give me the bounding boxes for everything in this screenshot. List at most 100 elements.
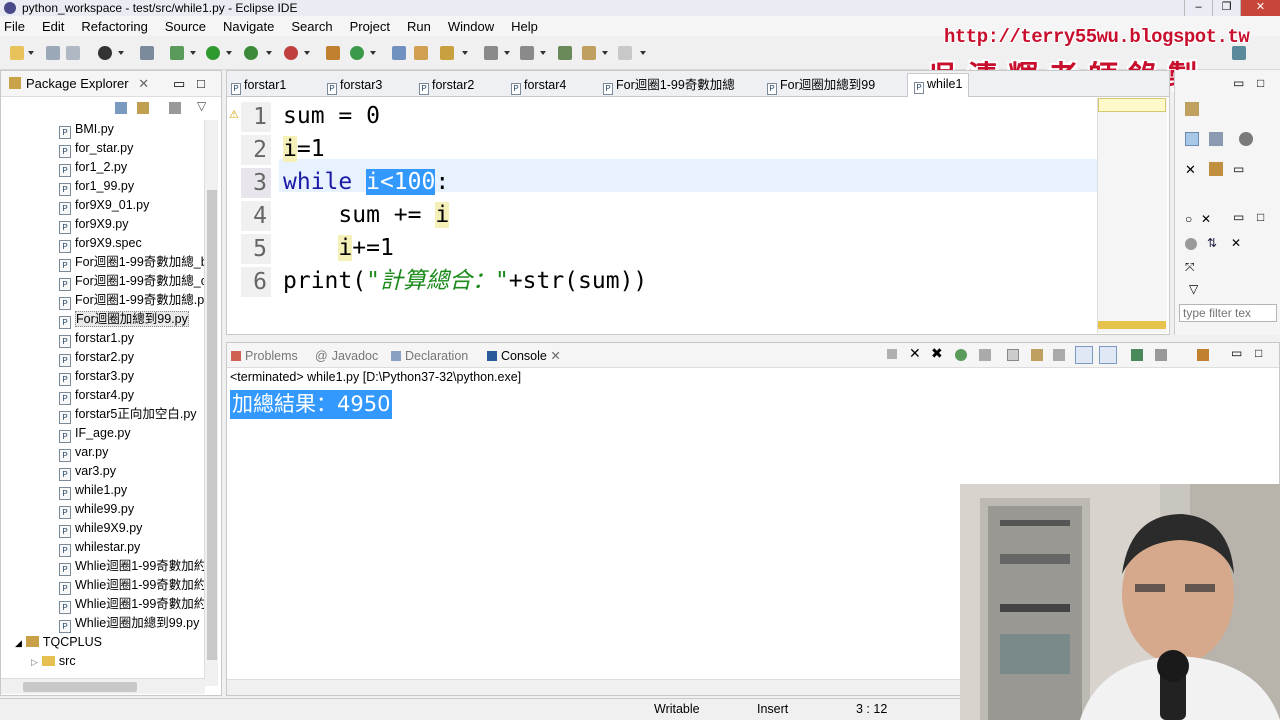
menu-refactoring[interactable]: Refactoring — [81, 19, 147, 34]
clear-console-icon[interactable] — [979, 349, 991, 361]
tree-item-file[interactable]: Pforstar5正向加空白.py — [59, 405, 205, 424]
console-horizontal-scrollbar[interactable] — [227, 679, 961, 695]
sort-icon[interactable]: ✕ — [1185, 162, 1196, 178]
tree-item-file[interactable]: Pfor1_99.py — [59, 177, 205, 196]
package-explorer-title[interactable]: Package Explorer — [26, 76, 129, 91]
open-resource-icon[interactable] — [414, 46, 428, 60]
display-console-icon[interactable] — [1131, 349, 1143, 361]
pin-console-icon[interactable] — [1075, 346, 1093, 364]
tree-item-file[interactable]: Pfor1_2.py — [59, 158, 205, 177]
tree-item-file[interactable]: Pfor9X9.py — [59, 215, 205, 234]
filter-icon[interactable] — [1185, 238, 1197, 250]
view-menu-icon[interactable]: ▽ — [1189, 282, 1198, 296]
back-icon[interactable] — [582, 46, 596, 60]
collapse-all-icon[interactable] — [115, 102, 127, 114]
tree-item-file[interactable]: Pforstar2.py — [59, 348, 205, 367]
skip-breakpoints-icon[interactable] — [140, 46, 154, 60]
menu-file[interactable]: File — [4, 19, 25, 34]
maximize-view-icon[interactable]: □ — [1257, 210, 1264, 224]
static-icon[interactable]: ▭ — [1233, 162, 1244, 176]
expand-icon[interactable]: ⤧ — [1185, 260, 1195, 275]
open-type-icon[interactable] — [392, 46, 406, 60]
tree-item-file[interactable]: Pfor9X9.spec — [59, 234, 205, 253]
new-window-icon[interactable] — [1185, 102, 1199, 116]
tree-item-file[interactable]: Pforstar4.py — [59, 386, 205, 405]
relaunch-icon[interactable] — [955, 349, 967, 361]
collapse-arrow-icon[interactable]: ▷ — [31, 657, 38, 667]
menu-run[interactable]: Run — [407, 19, 431, 34]
next-annotation-icon[interactable] — [484, 46, 498, 60]
tree-item-file[interactable]: Pwhilestar.py — [59, 538, 205, 557]
search-icon[interactable] — [440, 46, 454, 60]
external-tools-icon[interactable] — [284, 46, 298, 60]
toggle-icon[interactable] — [1239, 132, 1253, 146]
tree-item-file[interactable]: P BMI.py — [59, 120, 205, 139]
tree-item-file[interactable]: P For迴圈1-99奇數加總.p — [59, 291, 205, 310]
run-icon[interactable] — [206, 46, 220, 60]
show-stdout-icon[interactable] — [1053, 349, 1065, 361]
stop-icon[interactable] — [887, 349, 897, 359]
close-tab-icon[interactable]: ✕ — [550, 349, 560, 363]
expand-arrow-icon[interactable]: ◢ — [15, 638, 22, 648]
editor-tab[interactable]: P For迴圈加總到99 — [767, 75, 875, 95]
tree-item-file[interactable]: Pwhile9X9.py — [59, 519, 205, 538]
tree-item-file[interactable]: P For迴圈1-99奇數加總_b — [59, 253, 205, 272]
debug-config-icon[interactable] — [98, 46, 112, 60]
close-view-icon[interactable]: ✕ — [1201, 212, 1211, 226]
new-console-icon[interactable] — [1197, 349, 1209, 361]
tree-item-file[interactable]: P For迴圈1-99奇數加總_c — [59, 272, 205, 291]
perspective-icon[interactable] — [1232, 46, 1246, 60]
forward-icon[interactable] — [618, 46, 632, 60]
minimize-button[interactable]: – — [1184, 0, 1212, 16]
tree-item-file[interactable]: P Whlie迴圈1-99奇數加約 — [59, 595, 205, 614]
last-edit-icon[interactable] — [558, 46, 572, 60]
maximize-view-icon[interactable]: □ — [1255, 346, 1262, 360]
remove-all-icon[interactable]: ✖ — [931, 345, 943, 362]
outline-filter-input[interactable] — [1179, 304, 1277, 322]
filter-icon[interactable] — [169, 102, 181, 114]
scroll-lock-icon[interactable] — [1007, 349, 1019, 361]
tree-item-file[interactable]: Pforstar1.py — [59, 329, 205, 348]
tab-declaration[interactable]: Declaration — [391, 347, 468, 365]
menu-project[interactable]: Project — [350, 19, 390, 34]
maximize-button[interactable]: ❐ — [1212, 0, 1240, 16]
editor-tab[interactable]: P For迴圈1-99奇數加總 — [603, 75, 735, 95]
tree-item-project[interactable]: ◢ TQCPLUS — [15, 633, 161, 652]
tree-item-file[interactable]: P IF_age.py — [59, 424, 205, 443]
tab-console[interactable]: Console ✕ — [487, 347, 561, 365]
editor-tab[interactable]: Pforstar3 — [327, 75, 382, 95]
hierarchy-icon[interactable] — [1185, 132, 1199, 146]
tree-vertical-scrollbar[interactable] — [204, 120, 218, 686]
warning-icon[interactable]: ⚠ — [229, 108, 239, 121]
editor-tab[interactable]: Pforstar4 — [511, 75, 566, 95]
menu-source[interactable]: Source — [165, 19, 206, 34]
menu-edit[interactable]: Edit — [42, 19, 64, 34]
console-output-line[interactable]: 加總結果：4950 — [230, 390, 393, 419]
view-menu-icon[interactable]: ▽ — [197, 99, 206, 113]
close-button[interactable]: ✕ — [1240, 0, 1280, 16]
minimize-view-icon[interactable]: ▭ — [1231, 346, 1242, 360]
tree-item-file[interactable]: Pwhile99.py — [59, 500, 205, 519]
tab-javadoc[interactable]: @ Javadoc — [315, 347, 378, 365]
tree-item-folder[interactable]: ▷ src — [31, 652, 177, 671]
menu-window[interactable]: Window — [448, 19, 494, 34]
word-wrap-icon[interactable] — [1031, 349, 1043, 361]
save-icon[interactable] — [46, 46, 60, 60]
tree-item-file[interactable]: P Whlie迴圈1-99奇數加約 — [59, 557, 205, 576]
tree-horizontal-scrollbar[interactable] — [1, 678, 205, 694]
tree-item-file[interactable]: Pfor_star.py — [59, 139, 205, 158]
maximize-view-icon[interactable]: □ — [197, 71, 205, 97]
menu-navigate[interactable]: Navigate — [223, 19, 274, 34]
tree-item-file[interactable]: P Whlie迴圈加總到99.py — [59, 614, 205, 633]
collapse-icon[interactable]: ✕ — [1231, 236, 1241, 250]
tree-item-file[interactable]: Pforstar3.py — [59, 367, 205, 386]
new-class-icon[interactable] — [350, 46, 364, 60]
open-console-icon[interactable] — [1155, 349, 1167, 361]
link-with-editor-icon[interactable] — [137, 102, 149, 114]
show-stderr-icon[interactable] — [1099, 346, 1117, 364]
remove-launch-icon[interactable]: ✕ — [909, 345, 921, 362]
menu-search[interactable]: Search — [291, 19, 332, 34]
coverage-icon[interactable] — [244, 46, 258, 60]
code-editor[interactable]: ⚠ 1 2 3 4 5 6 sum = 0 i=1 while i<100: s… — [227, 98, 1097, 359]
minimize-view-icon[interactable]: ▭ — [1233, 76, 1244, 90]
